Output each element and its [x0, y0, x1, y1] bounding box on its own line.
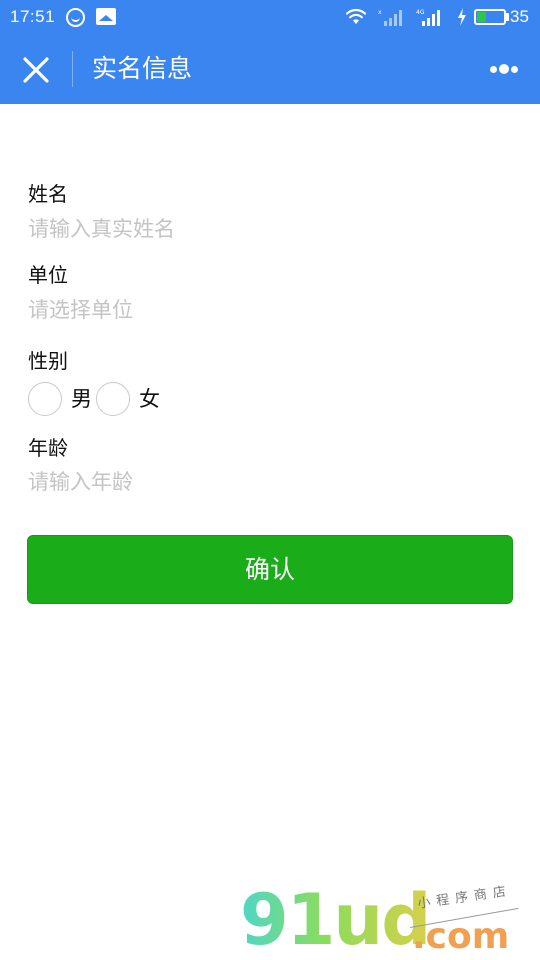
name-input[interactable] — [28, 212, 514, 246]
unit-select[interactable] — [28, 293, 514, 327]
more-button[interactable] — [484, 54, 524, 84]
age-label: 年龄 — [28, 436, 68, 460]
more-dot-icon — [490, 66, 497, 73]
page: 17:51 x 4G 35 实名信息 姓名 请输入真实姓名 单位 请选择单位 性… — [0, 0, 540, 960]
name-label: 姓名 — [28, 182, 68, 206]
gender-option-male-label[interactable]: 男 — [71, 384, 92, 414]
watermark-suffix: .com — [412, 916, 510, 957]
svg-text:4G: 4G — [416, 9, 425, 16]
watermark: 91ud 小程序商店 .com — [240, 879, 540, 960]
confirm-button[interactable]: 确认 — [27, 535, 513, 604]
nav-bar: 实名信息 — [0, 34, 540, 104]
more-dot-icon — [499, 64, 509, 74]
gender-radio-male[interactable] — [28, 382, 62, 416]
battery-level: 35 — [510, 7, 529, 26]
status-time: 17:51 — [10, 7, 56, 26]
close-button[interactable] — [14, 48, 58, 92]
close-icon — [23, 57, 49, 83]
gender-option-female-label[interactable]: 女 — [139, 384, 160, 414]
charging-icon — [458, 8, 466, 26]
nav-divider — [72, 51, 73, 87]
image-notification-icon — [96, 8, 116, 25]
battery-icon — [474, 9, 506, 25]
signal-icon-sim1: x — [378, 9, 402, 26]
gender-label: 性别 — [28, 349, 68, 373]
watermark-tagline: 小程序商店 — [416, 883, 513, 912]
unit-label: 单位 — [28, 263, 68, 287]
gender-radio-group: 男 女 — [28, 382, 328, 418]
signal-icon-sim2-4g: 4G — [416, 9, 440, 26]
gender-radio-female[interactable] — [96, 382, 130, 416]
status-bar: 17:51 x 4G 35 — [0, 0, 540, 34]
battery-cap — [506, 13, 509, 21]
app-notification-icon — [66, 8, 85, 27]
page-title: 实名信息 — [92, 54, 193, 83]
wifi-icon — [345, 8, 367, 24]
more-dot-icon — [511, 66, 518, 73]
age-input[interactable] — [28, 465, 514, 499]
battery-fill — [477, 12, 486, 22]
svg-text:x: x — [378, 9, 382, 16]
watermark-logo: 91ud — [240, 879, 431, 960]
